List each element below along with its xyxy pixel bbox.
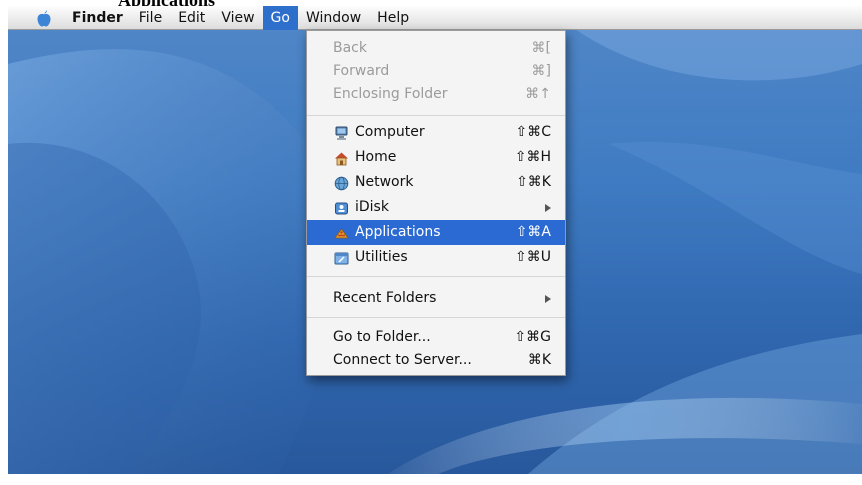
menu-item-back[interactable]: Back ⌘[ [307,36,565,61]
menu-edit[interactable]: Edit [170,6,213,30]
menu-item-label: Forward [333,63,390,79]
menu-item-recent-folders[interactable]: Recent Folders [307,286,565,311]
idisk-icon [334,200,349,215]
menu-item-applications[interactable]: Applications ⇧⌘A [307,220,565,245]
home-icon [334,150,349,166]
menu-help[interactable]: Help [369,6,417,30]
menu-item-label: iDisk [355,199,389,215]
menu-item-idisk[interactable]: iDisk [307,195,565,220]
menu-item-label: Enclosing Folder [333,86,448,102]
computer-icon [334,125,349,140]
apple-menu-icon[interactable] [30,6,58,30]
utilities-icon [334,250,349,265]
menu-item-label: Home [355,149,397,165]
menu-item-label: Network [355,174,414,190]
menu-item-label: Recent Folders [333,290,437,306]
menu-item-label: Connect to Server... [333,352,472,368]
menu-separator [307,317,565,318]
apple-logo-icon [37,9,51,26]
menu-item-connect-to-server[interactable]: Connect to Server... ⌘K [307,348,565,373]
menu-item-label: Utilities [355,249,408,265]
go-menu-dropdown: Back ⌘[ Forward ⌘] Enclosing Folder ⌘↑ C… [306,30,566,376]
menu-separator [307,276,565,277]
menu-item-shortcut: ⌘[ [531,40,551,56]
menu-item-shortcut: ⇧⌘K [516,174,551,190]
menu-item-enclosing-folder[interactable]: Enclosing Folder ⌘↑ [307,82,565,107]
screen: Applications Finder File Edit View Go Wi… [0,0,862,485]
applications-icon [334,225,349,240]
submenu-arrow-icon [545,204,551,212]
menu-item-label: Go to Folder... [333,329,431,345]
menu-finder[interactable]: Finder [64,6,131,30]
menu-window[interactable]: Window [298,6,369,30]
menu-view[interactable]: View [213,6,262,30]
network-icon [334,175,349,191]
menu-item-label: Applications [355,224,441,240]
menu-item-go-to-folder[interactable]: Go to Folder... ⇧⌘G [307,325,565,350]
menu-item-shortcut: ⇧⌘C [515,124,551,140]
menu-file[interactable]: File [131,6,170,30]
menu-separator [307,115,565,116]
menu-item-shortcut: ⌘K [527,352,551,368]
menu-item-label: Computer [355,124,425,140]
menu-item-network[interactable]: Network ⇧⌘K [307,170,565,195]
menu-item-forward[interactable]: Forward ⌘] [307,59,565,84]
menu-go[interactable]: Go [262,5,298,30]
submenu-arrow-icon [545,295,551,303]
menu-item-shortcut: ⇧⌘U [515,249,551,265]
menu-item-computer[interactable]: Computer ⇧⌘C [307,120,565,145]
menu-item-shortcut: ⇧⌘H [514,149,551,165]
menu-item-label: Back [333,40,367,56]
menu-item-shortcut: ⇧⌘G [514,329,551,345]
menu-item-shortcut: ⌘] [531,63,551,79]
menu-item-shortcut: ⌘↑ [525,86,551,102]
menu-item-home[interactable]: Home ⇧⌘H [307,145,565,170]
menu-item-shortcut: ⇧⌘A [515,224,551,240]
menu-item-utilities[interactable]: Utilities ⇧⌘U [307,245,565,270]
menu-bar: Finder File Edit View Go Window Help [8,5,862,30]
